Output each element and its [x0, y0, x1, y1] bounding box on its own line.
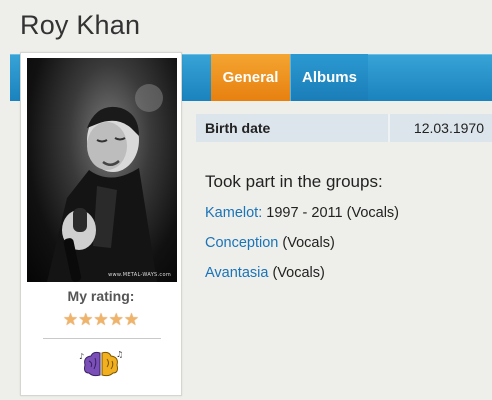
page-title: Roy Khan [20, 10, 141, 40]
group-item: Conception (Vocals) [205, 235, 335, 251]
star-icon[interactable]: ★ [124, 311, 139, 328]
tab-general[interactable]: General [211, 54, 290, 101]
profile-card: www.METAL-WAYS.com My rating: ★ ★ ★ ★ ★ … [20, 52, 182, 396]
birth-date-value: 12.03.1970 [413, 120, 484, 136]
group-link-kamelot[interactable]: Kamelot [205, 205, 258, 221]
birth-date-label: Birth date [196, 114, 390, 142]
photo-watermark: www.METAL-WAYS.com [108, 272, 171, 278]
brain-icon: ♪ ♫ [79, 349, 123, 379]
star-icon[interactable]: ★ [63, 311, 78, 328]
tab-albums[interactable]: Albums [290, 54, 368, 101]
group-item: Kamelot: 1997 - 2011 (Vocals) [205, 205, 399, 221]
rating-label: My rating: [67, 288, 135, 304]
artist-photo: www.METAL-WAYS.com [27, 58, 177, 282]
star-icon[interactable]: ★ [93, 311, 108, 328]
svg-text:♫: ♫ [116, 350, 123, 359]
star-icon[interactable]: ★ [78, 311, 93, 328]
divider [43, 338, 161, 339]
star-rating[interactable]: ★ ★ ★ ★ ★ [21, 311, 181, 328]
birth-date-row: Birth date 12.03.1970 [196, 114, 492, 142]
star-icon[interactable]: ★ [109, 311, 124, 328]
group-detail: (Vocals) [268, 265, 325, 281]
group-detail: 1997 - 2011 (Vocals) [262, 205, 399, 221]
svg-text:♪: ♪ [79, 352, 84, 361]
group-link-avantasia[interactable]: Avantasia [205, 265, 268, 281]
group-detail: (Vocals) [278, 235, 335, 251]
group-link-conception[interactable]: Conception [205, 235, 278, 251]
group-item: Avantasia (Vocals) [205, 265, 325, 281]
groups-heading: Took part in the groups: [205, 172, 383, 191]
